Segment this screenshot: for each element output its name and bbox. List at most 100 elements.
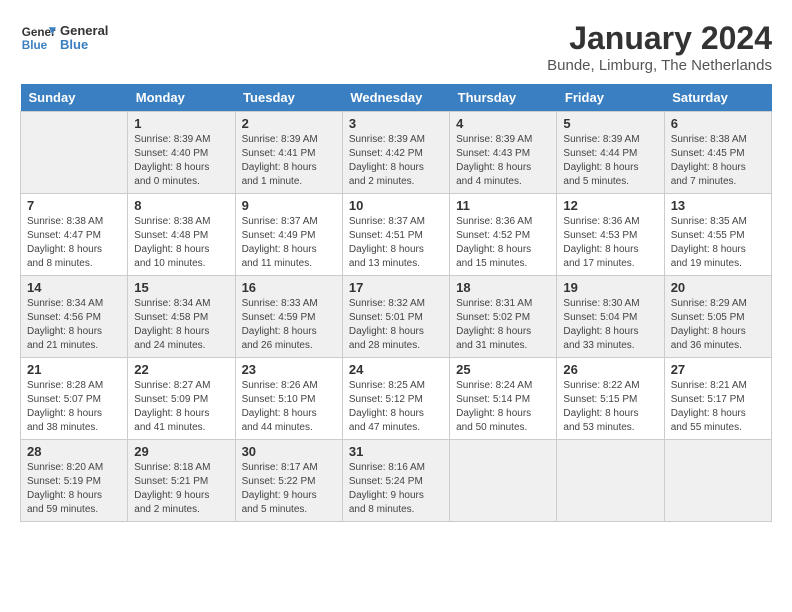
daylight: Daylight: 8 hours and 8 minutes. xyxy=(27,243,121,271)
daylight: Daylight: 8 hours and 1 minute. xyxy=(242,161,336,189)
day-number: 7 xyxy=(27,198,121,213)
table-row: 3 Sunrise: 8:39 AM Sunset: 4:42 PM Dayli… xyxy=(342,112,449,194)
sunrise: Sunrise: 8:24 AM xyxy=(456,379,550,393)
day-info: Sunrise: 8:39 AM Sunset: 4:42 PM Dayligh… xyxy=(349,133,443,189)
daylight: Daylight: 8 hours and 36 minutes. xyxy=(671,325,765,353)
header-wednesday: Wednesday xyxy=(342,84,449,112)
day-info: Sunrise: 8:17 AM Sunset: 5:22 PM Dayligh… xyxy=(242,461,336,517)
table-row xyxy=(557,440,664,522)
sunset: Sunset: 4:51 PM xyxy=(349,229,443,243)
sunset: Sunset: 4:58 PM xyxy=(134,311,228,325)
table-row: 1 Sunrise: 8:39 AM Sunset: 4:40 PM Dayli… xyxy=(128,112,235,194)
sunrise: Sunrise: 8:36 AM xyxy=(563,215,657,229)
day-info: Sunrise: 8:37 AM Sunset: 4:49 PM Dayligh… xyxy=(242,215,336,271)
day-number: 27 xyxy=(671,362,765,377)
day-info: Sunrise: 8:16 AM Sunset: 5:24 PM Dayligh… xyxy=(349,461,443,517)
day-number: 15 xyxy=(134,280,228,295)
daylight: Daylight: 8 hours and 17 minutes. xyxy=(563,243,657,271)
day-info: Sunrise: 8:36 AM Sunset: 4:53 PM Dayligh… xyxy=(563,215,657,271)
day-info: Sunrise: 8:29 AM Sunset: 5:05 PM Dayligh… xyxy=(671,297,765,353)
day-info: Sunrise: 8:33 AM Sunset: 4:59 PM Dayligh… xyxy=(242,297,336,353)
day-number: 8 xyxy=(134,198,228,213)
daylight: Daylight: 8 hours and 13 minutes. xyxy=(349,243,443,271)
sunrise: Sunrise: 8:35 AM xyxy=(671,215,765,229)
table-row: 8 Sunrise: 8:38 AM Sunset: 4:48 PM Dayli… xyxy=(128,194,235,276)
day-number: 19 xyxy=(563,280,657,295)
sunrise: Sunrise: 8:25 AM xyxy=(349,379,443,393)
day-info: Sunrise: 8:36 AM Sunset: 4:52 PM Dayligh… xyxy=(456,215,550,271)
title-area: January 2024 Bunde, Limburg, The Netherl… xyxy=(547,20,772,74)
table-row xyxy=(664,440,771,522)
day-info: Sunrise: 8:39 AM Sunset: 4:40 PM Dayligh… xyxy=(134,133,228,189)
logo-icon: General Blue xyxy=(20,20,56,56)
table-row: 14 Sunrise: 8:34 AM Sunset: 4:56 PM Dayl… xyxy=(21,276,128,358)
sunrise: Sunrise: 8:31 AM xyxy=(456,297,550,311)
day-number: 22 xyxy=(134,362,228,377)
calendar-week-row: 21 Sunrise: 8:28 AM Sunset: 5:07 PM Dayl… xyxy=(21,358,772,440)
day-info: Sunrise: 8:28 AM Sunset: 5:07 PM Dayligh… xyxy=(27,379,121,435)
daylight: Daylight: 8 hours and 11 minutes. xyxy=(242,243,336,271)
day-info: Sunrise: 8:24 AM Sunset: 5:14 PM Dayligh… xyxy=(456,379,550,435)
day-number: 17 xyxy=(349,280,443,295)
table-row: 21 Sunrise: 8:28 AM Sunset: 5:07 PM Dayl… xyxy=(21,358,128,440)
calendar-week-row: 1 Sunrise: 8:39 AM Sunset: 4:40 PM Dayli… xyxy=(21,112,772,194)
sunrise: Sunrise: 8:39 AM xyxy=(242,133,336,147)
day-info: Sunrise: 8:38 AM Sunset: 4:45 PM Dayligh… xyxy=(671,133,765,189)
sunrise: Sunrise: 8:30 AM xyxy=(563,297,657,311)
sunrise: Sunrise: 8:18 AM xyxy=(134,461,228,475)
table-row xyxy=(450,440,557,522)
sunset: Sunset: 4:49 PM xyxy=(242,229,336,243)
table-row: 16 Sunrise: 8:33 AM Sunset: 4:59 PM Dayl… xyxy=(235,276,342,358)
day-number: 10 xyxy=(349,198,443,213)
sunrise: Sunrise: 8:37 AM xyxy=(349,215,443,229)
header-thursday: Thursday xyxy=(450,84,557,112)
sunset: Sunset: 5:21 PM xyxy=(134,475,228,489)
day-number: 25 xyxy=(456,362,550,377)
sunrise: Sunrise: 8:39 AM xyxy=(349,133,443,147)
sunrise: Sunrise: 8:29 AM xyxy=(671,297,765,311)
calendar-week-row: 7 Sunrise: 8:38 AM Sunset: 4:47 PM Dayli… xyxy=(21,194,772,276)
day-info: Sunrise: 8:22 AM Sunset: 5:15 PM Dayligh… xyxy=(563,379,657,435)
daylight: Daylight: 8 hours and 55 minutes. xyxy=(671,407,765,435)
table-row: 4 Sunrise: 8:39 AM Sunset: 4:43 PM Dayli… xyxy=(450,112,557,194)
table-row: 17 Sunrise: 8:32 AM Sunset: 5:01 PM Dayl… xyxy=(342,276,449,358)
day-number: 31 xyxy=(349,444,443,459)
table-row: 7 Sunrise: 8:38 AM Sunset: 4:47 PM Dayli… xyxy=(21,194,128,276)
day-info: Sunrise: 8:18 AM Sunset: 5:21 PM Dayligh… xyxy=(134,461,228,517)
day-info: Sunrise: 8:30 AM Sunset: 5:04 PM Dayligh… xyxy=(563,297,657,353)
logo: General Blue General Blue xyxy=(20,20,108,56)
sunrise: Sunrise: 8:38 AM xyxy=(27,215,121,229)
location-title: Bunde, Limburg, The Netherlands xyxy=(547,57,772,74)
sunset: Sunset: 5:10 PM xyxy=(242,393,336,407)
daylight: Daylight: 8 hours and 0 minutes. xyxy=(134,161,228,189)
table-row: 18 Sunrise: 8:31 AM Sunset: 5:02 PM Dayl… xyxy=(450,276,557,358)
sunrise: Sunrise: 8:33 AM xyxy=(242,297,336,311)
sunset: Sunset: 5:04 PM xyxy=(563,311,657,325)
daylight: Daylight: 8 hours and 15 minutes. xyxy=(456,243,550,271)
daylight: Daylight: 8 hours and 7 minutes. xyxy=(671,161,765,189)
table-row: 15 Sunrise: 8:34 AM Sunset: 4:58 PM Dayl… xyxy=(128,276,235,358)
header-sunday: Sunday xyxy=(21,84,128,112)
sunset: Sunset: 4:47 PM xyxy=(27,229,121,243)
table-row: 31 Sunrise: 8:16 AM Sunset: 5:24 PM Dayl… xyxy=(342,440,449,522)
sunrise: Sunrise: 8:26 AM xyxy=(242,379,336,393)
table-row: 6 Sunrise: 8:38 AM Sunset: 4:45 PM Dayli… xyxy=(664,112,771,194)
day-info: Sunrise: 8:31 AM Sunset: 5:02 PM Dayligh… xyxy=(456,297,550,353)
month-title: January 2024 xyxy=(547,20,772,57)
calendar-week-row: 28 Sunrise: 8:20 AM Sunset: 5:19 PM Dayl… xyxy=(21,440,772,522)
daylight: Daylight: 8 hours and 31 minutes. xyxy=(456,325,550,353)
day-info: Sunrise: 8:20 AM Sunset: 5:19 PM Dayligh… xyxy=(27,461,121,517)
sunset: Sunset: 4:42 PM xyxy=(349,147,443,161)
daylight: Daylight: 8 hours and 53 minutes. xyxy=(563,407,657,435)
sunset: Sunset: 4:44 PM xyxy=(563,147,657,161)
day-number: 3 xyxy=(349,116,443,131)
day-info: Sunrise: 8:25 AM Sunset: 5:12 PM Dayligh… xyxy=(349,379,443,435)
day-number: 4 xyxy=(456,116,550,131)
header: General Blue General Blue January 2024 B… xyxy=(20,20,772,74)
calendar-table: Sunday Monday Tuesday Wednesday Thursday… xyxy=(20,84,772,522)
sunrise: Sunrise: 8:21 AM xyxy=(671,379,765,393)
sunset: Sunset: 4:41 PM xyxy=(242,147,336,161)
day-info: Sunrise: 8:34 AM Sunset: 4:58 PM Dayligh… xyxy=(134,297,228,353)
day-info: Sunrise: 8:39 AM Sunset: 4:43 PM Dayligh… xyxy=(456,133,550,189)
table-row xyxy=(21,112,128,194)
